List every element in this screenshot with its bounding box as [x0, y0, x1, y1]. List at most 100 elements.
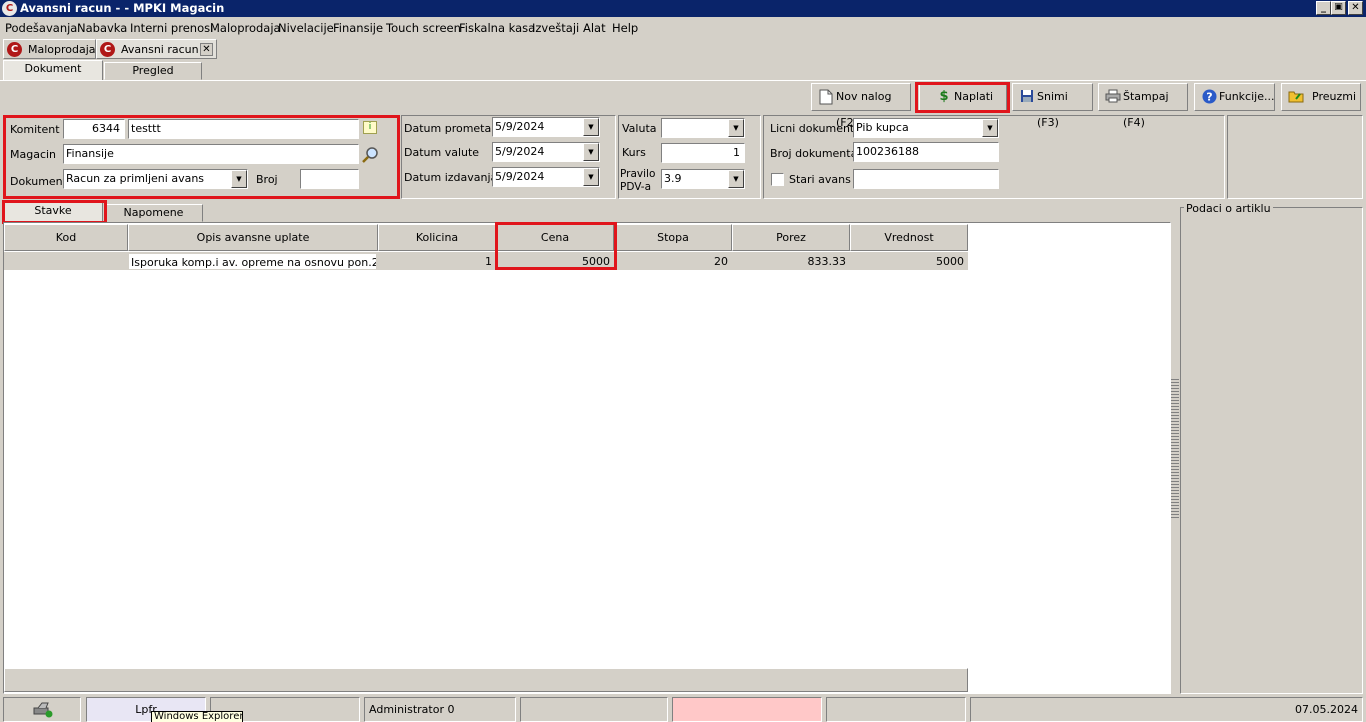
col-porez[interactable]: Porez [732, 224, 850, 251]
komitent-label: Komitent [10, 123, 60, 136]
komitent-code-field[interactable]: 6344 [63, 119, 125, 139]
info-icon[interactable]: i [363, 121, 377, 134]
stari-avans-checkbox[interactable] [771, 173, 784, 186]
col-stopa[interactable]: Stopa [614, 224, 732, 251]
tooltip: Windows Explorer [151, 711, 243, 722]
col-opis[interactable]: Opis avansne uplate [128, 224, 378, 251]
save-icon [1019, 89, 1035, 105]
help-icon: ? [1201, 89, 1217, 105]
magacin-label: Magacin [10, 148, 57, 161]
status-alert [672, 697, 822, 722]
col-kod[interactable]: Kod [4, 224, 128, 251]
col-kolicina[interactable]: Kolicina [378, 224, 496, 251]
preuzmi-label: Preuzmi [1312, 90, 1357, 103]
status-panel-empty-2 [520, 697, 668, 722]
maloprodaja-logo-icon: C [7, 42, 22, 57]
licni-dokument-label: Licni dokument [770, 122, 855, 135]
stari-avans-field[interactable] [853, 169, 999, 189]
nov-nalog-button[interactable]: Nov nalog (F2) [811, 83, 911, 129]
naplati-button[interactable]: $ Naplati [919, 83, 1007, 111]
money-icon: $ [939, 89, 949, 104]
magacin-field[interactable]: Finansije [63, 144, 359, 164]
cell-porez[interactable]: 833.33 [732, 253, 850, 270]
tab-dokument[interactable]: Dokument [3, 60, 103, 81]
broj-field[interactable] [300, 169, 359, 189]
pravilo-value: 3.9 [664, 172, 682, 185]
datum-prometa-picker[interactable]: 5/9/2024 ▼ [492, 117, 600, 137]
pravilo-pdv-select[interactable]: 3.9 ▼ [661, 169, 745, 189]
stampaj-button[interactable]: Štampaj (F4) [1098, 83, 1188, 129]
pdv-label: PDV-a [620, 181, 652, 193]
menu-touch-screen[interactable]: Touch screen [386, 21, 461, 35]
datum-izdavanja-value: 5/9/2024 [495, 170, 545, 183]
valuta-select[interactable]: ▼ [661, 118, 745, 138]
broj-label: Broj [256, 173, 278, 186]
podaci-title: Podaci o artiklu [1184, 202, 1273, 215]
svg-text:?: ? [1206, 91, 1212, 104]
menu-bar: Podešavanja Nabavka Interni prenosi Malo… [0, 18, 1366, 38]
funkcije-button[interactable]: ? Funkcije... [1194, 83, 1275, 111]
datum-izdavanja-label: Datum izdavanja [404, 171, 498, 184]
datum-izdavanja-picker[interactable]: 5/9/2024 ▼ [492, 167, 600, 187]
close-tab-icon[interactable]: ✕ [200, 43, 213, 56]
broj-dokumenta-label: Broj dokumenta [770, 147, 858, 160]
datum-valute-picker[interactable]: 5/9/2024 ▼ [492, 142, 600, 162]
search-icon[interactable] [362, 146, 380, 164]
close-window-button[interactable]: ✕ [1348, 1, 1363, 15]
menu-maloprodaja[interactable]: Maloprodaja [210, 21, 281, 35]
preuzmi-button[interactable]: Preuzmi [1281, 83, 1361, 111]
tab-napomene[interactable]: Napomene [104, 204, 203, 222]
menu-nivelacije[interactable]: Nivelacije [278, 21, 334, 35]
menu-help[interactable]: Help [612, 21, 638, 35]
tab-stavke[interactable]: Stavke [3, 202, 103, 223]
splitter-handle[interactable] [1171, 378, 1179, 518]
kurs-label: Kurs [622, 146, 646, 159]
network-icon [32, 702, 54, 721]
snimi-button[interactable]: Snimi (F3) [1012, 83, 1093, 129]
cell-vrednost[interactable]: 5000 [850, 253, 968, 270]
komitent-name-field[interactable]: testtt [128, 119, 359, 139]
dokument-label: Dokument [10, 175, 67, 188]
datum-valute-label: Datum valute [404, 146, 480, 159]
licni-dokument-select[interactable]: Pib kupca ▼ [853, 118, 999, 138]
menu-podesavanja[interactable]: Podešavanja [5, 21, 77, 35]
status-network [3, 697, 81, 722]
menu-alat[interactable]: Alat [583, 21, 606, 35]
col-cena[interactable]: Cena [496, 224, 614, 251]
tab-maloprodaja[interactable]: C Maloprodaja [3, 39, 96, 59]
cell-cena[interactable]: 5000 [496, 253, 614, 270]
window-title: Avansni racun - - MPKI Magacin [20, 1, 225, 15]
kurs-field[interactable]: 1 [661, 143, 745, 163]
cell-kolicina[interactable]: 1 [378, 253, 496, 270]
col-vrednost[interactable]: Vrednost [850, 224, 968, 251]
items-grid [3, 222, 1171, 694]
menu-fiskalna-kasa[interactable]: Fiskalna kasa [459, 21, 535, 35]
printer-icon [1105, 89, 1121, 105]
menu-izvestaji[interactable]: Izveštaji [532, 21, 579, 35]
horizontal-scrollbar[interactable] [4, 668, 968, 692]
chevron-down-icon: ▼ [583, 143, 599, 161]
tab-avansni-racun[interactable]: C Avansni racun ✕ [96, 39, 217, 59]
menu-nabavka[interactable]: Nabavka [77, 21, 127, 35]
cell-kod[interactable] [4, 253, 128, 270]
minimize-button[interactable]: _ [1316, 1, 1331, 15]
funkcije-label: Funkcije... [1219, 90, 1275, 103]
chevron-down-icon: ▼ [583, 168, 599, 186]
restore-button[interactable]: ▣ [1331, 1, 1346, 15]
cell-opis[interactable]: Isporuka komp.i av. opreme na osnovu pon… [128, 253, 377, 270]
tab-divider [0, 80, 1366, 81]
broj-dokumenta-field[interactable]: 100236188 [853, 142, 999, 162]
stari-avans-label: Stari avans [789, 173, 851, 186]
document-tabs: C Maloprodaja C Avansni racun ✕ [0, 38, 1366, 59]
menu-finansije[interactable]: Finansije [333, 21, 383, 35]
extra-panel [1227, 115, 1363, 199]
status-date: 07.05.2024 [970, 697, 1363, 722]
chevron-down-icon: ▼ [231, 170, 247, 188]
datum-prometa-value: 5/9/2024 [495, 120, 545, 133]
naplati-label: Naplati [954, 90, 994, 103]
cell-stopa[interactable]: 20 [614, 253, 732, 270]
dokument-select[interactable]: Racun za primljeni avans ▼ [63, 169, 248, 189]
menu-interni-prenosi[interactable]: Interni prenosi [130, 21, 213, 35]
app-logo-icon: C [2, 1, 17, 16]
tab-pregled[interactable]: Pregled [104, 62, 202, 80]
